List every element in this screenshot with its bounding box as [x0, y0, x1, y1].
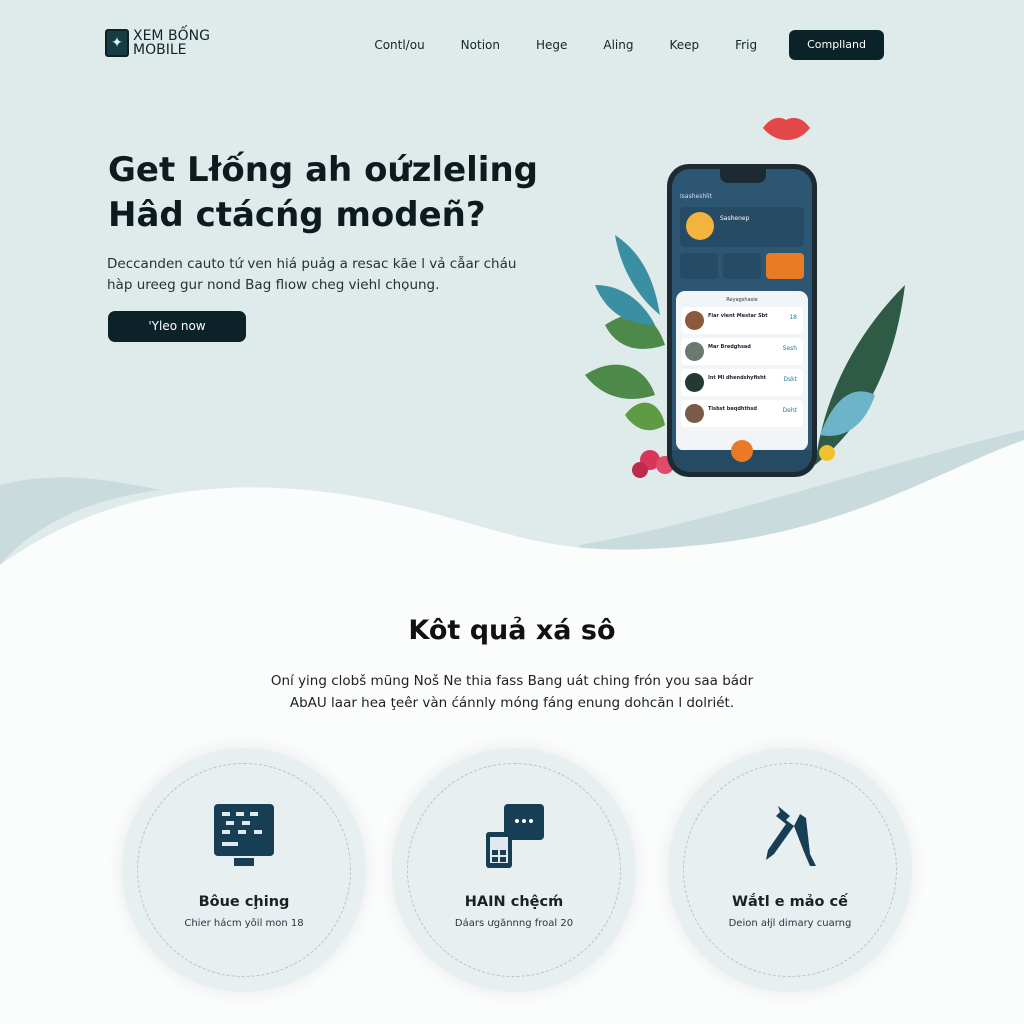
profile-card[interactable]: Sashenep [680, 207, 804, 247]
brand-logo[interactable]: ✦ XEM BỐNG MOBILE [105, 29, 243, 57]
app-tile[interactable] [723, 253, 761, 279]
feature-subtitle: Chier hácm yôil mon 18 [184, 918, 304, 929]
phone-mockup: Isasheshlit Sashenep Reyagshasie Flar vl… [667, 164, 817, 477]
nav-item-6[interactable]: Frig [735, 38, 757, 52]
avatar [686, 212, 714, 240]
section-description: Oní ying clobš mũng Noš Ne thia fass Ban… [270, 673, 754, 711]
tools-icon [766, 806, 816, 866]
feature-card-3[interactable]: Wắtl e mảo cế Deion ałjl dimary cuarng [668, 748, 912, 992]
hero-title: Get Lłống ah oứzleling Hâd ctácńg modeñ? [108, 150, 538, 235]
feature-subtitle: Dáars ưgănnng froal 20 [454, 918, 574, 929]
logo-icon: ✦ [105, 29, 129, 57]
list-item[interactable]: Tisbst beqdhthsd Deht [681, 400, 803, 427]
top-nav: Contl/ou Notion Hege Aling Keep Frig Com… [374, 30, 920, 60]
feature-card-1[interactable]: Bôue cḩing Chier hácm yôil mon 18 [122, 748, 366, 992]
nav-item-2[interactable]: Notion [461, 38, 500, 52]
app-tile[interactable] [766, 253, 804, 279]
nav-item-1[interactable]: Contl/ou [374, 38, 424, 52]
phone-chat-icon [486, 804, 544, 868]
list-item[interactable]: Mar Bredghsad Sesh [681, 338, 803, 365]
monitor-icon [214, 804, 274, 866]
list-title: Reyagshasie [726, 297, 758, 303]
feature-title: Bôue cḩing [198, 894, 290, 910]
hero-description: Deccanden cauto tứ ven hiá puảg a resac … [107, 256, 517, 293]
feature-title: Wắtl e mảo cế [732, 894, 848, 910]
nav-cta-button[interactable]: Complland [789, 30, 884, 60]
app-list: Reyagshasie Flar vlent Mestar Sbt 18 Mar … [676, 291, 808, 451]
list-item[interactable]: Flar vlent Mestar Sbt 18 [681, 307, 803, 334]
list-item[interactable]: Int Ml dhendshyfisht Dskt [681, 369, 803, 396]
feature-card-2[interactable]: HAIN chệcḿ Dáars ưgănnng froal 20 [392, 748, 636, 992]
lips-icon [763, 117, 810, 140]
feature-title: HAIN chệcḿ [464, 894, 564, 910]
nav-item-3[interactable]: Hege [536, 38, 567, 52]
brand-name: XEM BỐNG MOBILE [133, 28, 210, 58]
app-header: Isasheshlit [680, 193, 712, 200]
nav-item-4[interactable]: Aling [603, 38, 633, 52]
app-tile[interactable] [680, 253, 718, 279]
profile-name: Sashenep [720, 215, 750, 222]
hero-cta-button[interactable]: 'Yleo now [108, 311, 246, 342]
section-title: Kôt quả xá sô [408, 615, 616, 646]
fab-button[interactable] [731, 440, 753, 462]
nav-item-5[interactable]: Keep [670, 38, 700, 52]
feature-subtitle: Deion ałjl dimary cuarng [728, 918, 852, 929]
